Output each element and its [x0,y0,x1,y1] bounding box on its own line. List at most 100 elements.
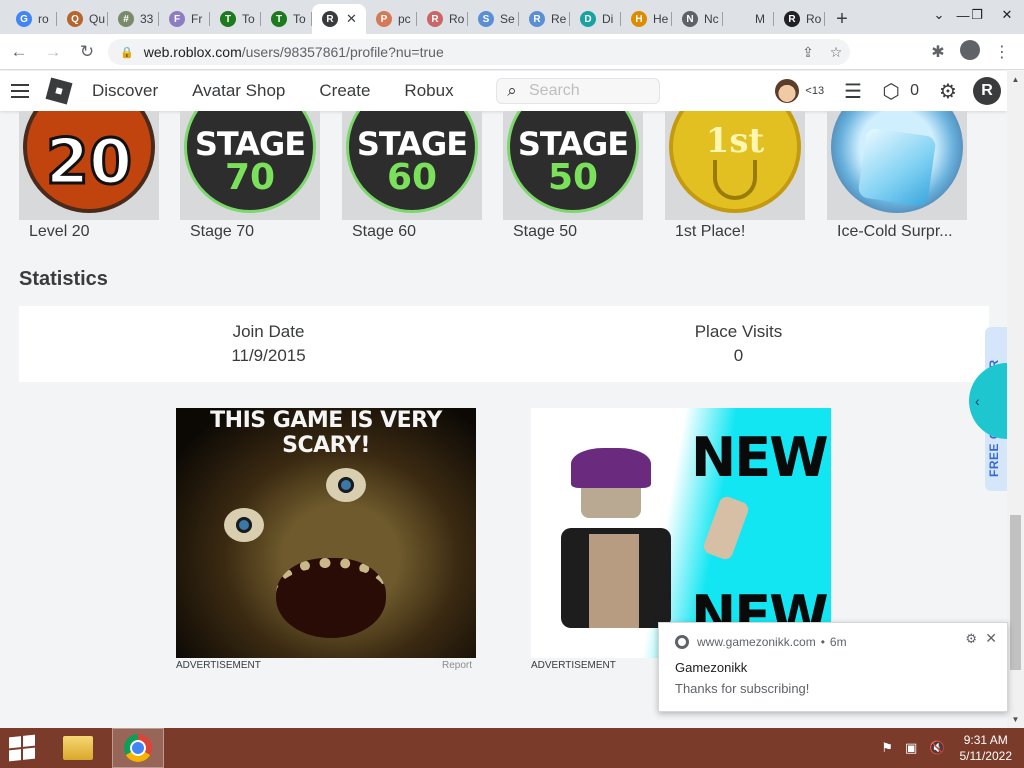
advertisement-new-avatar[interactable]: NEW NEW [531,408,831,658]
page-scrollbar[interactable]: ▲ ▼ [1007,71,1024,728]
badge-thumbnail[interactable]: STAGE 50 [503,111,643,220]
hamburger-menu-icon[interactable] [0,84,40,98]
browser-tab[interactable]: F Fr [159,4,210,34]
badge-label[interactable]: Level 20 [19,223,159,241]
browser-tab[interactable]: #33 [108,4,159,34]
nav-discover[interactable]: Discover [92,81,158,101]
badge-label[interactable]: 1st Place! [665,223,805,241]
join-date-value: 11/9/2015 [231,346,306,365]
ad-headline: THIS GAME IS VERY SCARY! [210,408,442,458]
menu-kebab-icon[interactable]: ⋮ [986,42,1018,62]
badge-label[interactable]: Ice-Cold Surpr... [827,223,967,241]
browser-tab[interactable]: H He [621,4,672,34]
share-icon[interactable]: ⇪ [794,44,822,61]
roblox-extension-icon[interactable]: R [973,77,1001,105]
bookmark-star-icon[interactable]: ☆ [822,44,850,61]
user-avatar[interactable] [775,79,800,103]
browser-tab[interactable]: Ppc [366,4,417,34]
back-button[interactable]: ← [4,37,34,67]
tab-title: ro [38,12,49,26]
restore-button[interactable]: ❐ [960,0,994,30]
tab-title: Qu [89,12,106,26]
badge-thumbnail[interactable]: 20 [19,111,159,220]
badge-label[interactable]: Stage 50 [503,223,643,241]
profile-avatar[interactable] [954,39,986,65]
browser-tab[interactable]: Q Qu [57,4,108,34]
tab-favicon-icon: Q [67,11,83,27]
tab-title: 33 [140,12,154,26]
browser-tab[interactable]: R ✕ [312,4,366,34]
search-input[interactable] [529,82,649,100]
ad-label: ADVERTISEMENT [531,660,616,671]
place-visits-label: Place Visits [694,322,783,341]
browser-tab[interactable]: D Di [570,4,621,34]
new-tab-button[interactable]: + [825,4,859,34]
taskbar-clock[interactable]: 9:31 AM 5/11/2022 [960,732,1013,764]
taskbar-chrome[interactable] [112,728,164,768]
lock-icon: 🔒 [120,46,134,59]
url-path: /users/98357861/profile?nu=true [241,44,444,60]
nav-create[interactable]: Create [319,81,370,101]
notification-time: 6m [829,635,847,649]
tab-title: To [242,12,255,26]
tab-favicon-icon: P [376,11,392,27]
action-center-flag-icon[interactable]: ⚑ [881,740,893,756]
catalog-list-icon[interactable]: ☰ [838,77,868,105]
start-button[interactable] [0,728,44,768]
browser-tab[interactable]: R Ro [417,4,468,34]
taskbar-file-explorer[interactable] [52,728,104,768]
close-window-button[interactable]: ✕ [990,0,1024,30]
notification-close-icon[interactable]: ✕ [985,630,997,647]
browser-tab[interactable]: S Se [468,4,519,34]
browser-tab[interactable]: M [723,4,774,34]
nav-avatar-shop[interactable]: Avatar Shop [192,81,285,101]
browser-tab[interactable]: R Re [519,4,570,34]
scroll-up-arrow-icon[interactable]: ▲ [1007,71,1024,88]
system-tray: ⚑ ▣ 🔇 9:31 AM 5/11/2022 [875,728,1024,768]
robux-icon[interactable]: ⬡ [876,77,906,105]
notification-site: www.gamezonikk.com [697,635,816,649]
browser-tab[interactable]: T To [261,4,312,34]
network-icon[interactable]: ▣ [905,740,917,756]
badge-item[interactable]: STAGE 70 Stage 70 [180,111,320,241]
extensions-puzzle-icon[interactable]: ✱ [922,42,954,62]
advertisement-scary-game[interactable]: THIS GAME IS VERY SCARY! [176,408,476,658]
badge-thumbnail[interactable] [827,111,967,220]
badge-item[interactable]: 1st 1st Place! [665,111,805,241]
volume-muted-icon[interactable]: 🔇 [929,740,945,756]
ad-report-link[interactable]: Report [442,660,472,671]
nav-robux[interactable]: Robux [404,81,453,101]
windows-taskbar: ⚑ ▣ 🔇 9:31 AM 5/11/2022 [0,728,1024,768]
badge-thumbnail[interactable]: STAGE 70 [180,111,320,220]
badge-label[interactable]: Stage 60 [342,223,482,241]
tab-favicon-icon: # [118,11,134,27]
browser-tab[interactable]: T To [210,4,261,34]
tab-favicon-icon: R [784,11,800,27]
push-notification[interactable]: www.gamezonikk.com • 6m ⚙ ✕ Gamezonikk T… [658,622,1008,712]
browser-tab[interactable]: Gro [6,4,57,34]
badge-item[interactable]: Ice-Cold Surpr... [827,111,967,241]
badge-item[interactable]: 20 Level 20 [19,111,159,241]
stat-place-visits: Place Visits 0 [496,322,981,366]
roblox-logo[interactable] [45,77,73,105]
badge-label[interactable]: Stage 70 [180,223,320,241]
scroll-down-arrow-icon[interactable]: ▼ [1007,711,1024,728]
badge-thumbnail[interactable]: STAGE 60 [342,111,482,220]
reload-button[interactable]: ↻ [72,37,102,67]
scrollbar-thumb[interactable] [1010,515,1021,670]
tab-title: M [755,12,765,26]
settings-gear-icon[interactable]: ⚙ [933,77,963,105]
browser-tab[interactable]: N Nc [672,4,723,34]
robux-count[interactable]: 0 [910,82,919,100]
badge-item[interactable]: STAGE 60 Stage 60 [342,111,482,241]
browser-tab[interactable]: R Ro [774,4,825,34]
forward-button[interactable]: → [38,37,68,67]
search-box[interactable]: ⌕ [496,78,660,104]
tab-title: Ro [806,12,822,26]
badge-item[interactable]: STAGE 50 Stage 50 [503,111,643,241]
tab-close-icon[interactable]: ✕ [346,11,357,27]
address-bar[interactable]: 🔒 web.roblox.com/users/98357861/profile?… [108,39,850,65]
trophy-icon [713,160,757,200]
notification-settings-gear-icon[interactable]: ⚙ [965,631,977,647]
badge-thumbnail[interactable]: 1st [665,111,805,220]
